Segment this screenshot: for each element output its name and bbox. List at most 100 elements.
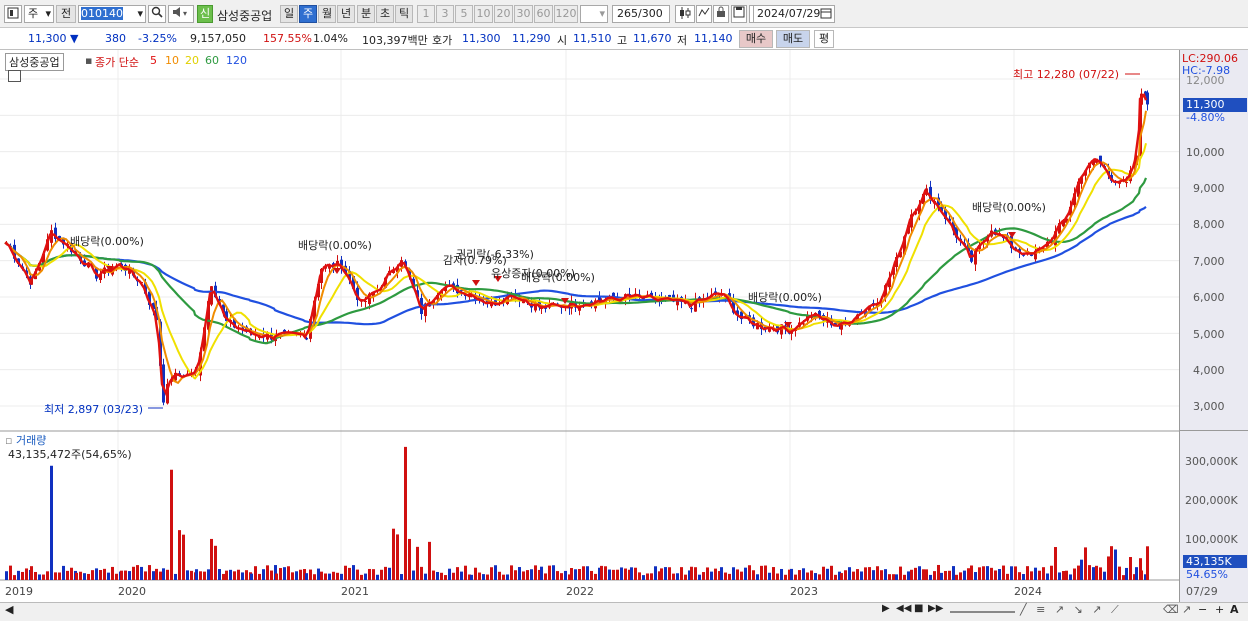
volume-bar — [776, 573, 779, 580]
sell-button[interactable]: 매도 — [776, 30, 810, 48]
volume-bar — [356, 569, 359, 580]
volume-bar — [526, 570, 529, 580]
drawing-tools[interactable]: ╱ ≡ ↗ ↘ ↗ ⟋ — [1020, 603, 1122, 617]
tab-month[interactable]: 월 — [318, 5, 336, 23]
stop-icon[interactable]: ■ — [914, 603, 923, 614]
volume-bar — [79, 571, 82, 580]
volume-bar — [830, 565, 833, 580]
volume-bar — [34, 571, 37, 580]
volume-bar — [925, 569, 928, 580]
ma-20-label: 20 — [185, 54, 199, 67]
volume-bar — [872, 570, 875, 580]
volume-bar — [1084, 547, 1087, 580]
price-axis[interactable]: LC:290.06 HC:-7.98 12,000 11,300 -4.80% … — [1179, 50, 1248, 621]
low-annotation: 최저 2,897 (03/23) — [44, 403, 144, 416]
volume-bar — [111, 566, 114, 580]
grid-icon[interactable] — [8, 70, 21, 82]
minute-option-5[interactable]: 5 — [455, 5, 473, 23]
volume-bar — [564, 570, 567, 580]
font-size-icon[interactable]: A — [1230, 603, 1239, 616]
tab-minute[interactable]: 분 — [357, 5, 375, 23]
chevron-down-icon: ▾ — [599, 7, 605, 20]
volume-bar — [608, 569, 611, 580]
scroll-end-icon[interactable]: ▶▶ — [928, 603, 943, 614]
price-chart[interactable] — [0, 50, 1179, 621]
date-input[interactable]: 2024/07/29 — [753, 5, 835, 23]
tab-second[interactable]: 초 — [376, 5, 394, 23]
volume-bar — [664, 567, 667, 580]
volume-bar — [638, 572, 641, 580]
volume-bar — [1030, 571, 1033, 580]
search-icon[interactable] — [148, 5, 166, 23]
tab-year[interactable]: 년 — [337, 5, 355, 23]
chart-icon[interactable] — [4, 5, 22, 23]
volume-bar — [634, 567, 637, 580]
tab-day[interactable]: 일 — [280, 5, 298, 23]
volume-value: 43,135,472주(54,65%) — [8, 448, 132, 461]
prev-button[interactable]: 전 — [56, 5, 76, 23]
volume-bar — [364, 573, 367, 580]
speaker-icon[interactable]: ▾ — [168, 5, 194, 23]
volume-bar — [428, 541, 431, 580]
volume-bar — [540, 566, 543, 580]
minute-option-60[interactable]: 60 — [534, 5, 553, 23]
volume-bar — [75, 572, 78, 580]
eval-button[interactable]: 평 — [814, 30, 834, 48]
volume-bar — [225, 570, 228, 580]
volume-bar — [132, 566, 135, 580]
zoom-slider[interactable] — [950, 611, 1015, 613]
pattern-icon[interactable] — [696, 5, 712, 23]
volume-bar — [58, 572, 61, 580]
volume-bar — [155, 568, 158, 580]
volume-bar — [574, 569, 577, 580]
scroll-right-icon[interactable]: ▶ — [882, 603, 890, 614]
high-label: 고 — [617, 34, 628, 47]
volume-bar — [1129, 557, 1132, 580]
volume-bar — [309, 569, 312, 580]
minute-option-120[interactable]: 120 — [554, 5, 578, 23]
scroll-left-icon[interactable]: ◀ — [5, 603, 13, 616]
volume-bar — [424, 573, 427, 580]
candle-icon[interactable] — [675, 5, 695, 23]
volume-bar — [372, 569, 375, 580]
event-label: 배당락(0.00%) — [70, 235, 144, 248]
volume-bar — [404, 446, 407, 580]
volume-bar — [1114, 549, 1117, 580]
calendar-icon[interactable] — [820, 7, 832, 24]
count-input[interactable]: 265/300 — [612, 5, 670, 23]
volume-bar — [486, 574, 489, 580]
price-tick: 10,000 — [1186, 146, 1225, 159]
volume-bar — [42, 574, 45, 580]
shrink-icon[interactable]: ↗ — [1182, 603, 1191, 616]
minute-option-30[interactable]: 30 — [514, 5, 533, 23]
minute-option-3[interactable]: 3 — [436, 5, 454, 23]
zoom-in-icon[interactable]: + — [1215, 603, 1224, 616]
volume-bar — [124, 570, 127, 580]
code-input[interactable]: 010140 ▾ — [78, 5, 146, 23]
tab-week[interactable]: 주 — [299, 5, 317, 23]
minute-option-20[interactable]: 20 — [494, 5, 513, 23]
lock-icon[interactable] — [713, 5, 729, 23]
volume-bar — [784, 574, 787, 580]
minute-option-10[interactable]: 10 — [474, 5, 493, 23]
tab-tick[interactable]: 틱 — [395, 5, 413, 23]
scroll-start-icon[interactable]: ◀◀ — [896, 603, 911, 614]
volume-ratio: 157.55% — [263, 32, 312, 45]
volume-bar — [552, 565, 555, 580]
eraser-icon[interactable]: ⌫ — [1163, 603, 1179, 616]
minute-custom-select[interactable]: ▾ — [580, 5, 608, 23]
volume-bar — [396, 534, 399, 580]
volume-tick: 300,000K — [1185, 455, 1238, 468]
period-select[interactable]: 주 ▾ — [24, 5, 54, 23]
save-icon[interactable] — [731, 5, 747, 23]
volume-bar — [963, 570, 966, 580]
volume-bar — [136, 565, 139, 580]
zoom-out-icon[interactable]: − — [1198, 603, 1207, 616]
volume-bar — [616, 569, 619, 580]
volume-bar — [388, 567, 391, 580]
volume-bar — [1046, 573, 1049, 580]
price-tick: 5,000 — [1193, 328, 1225, 341]
volume-bar — [17, 570, 20, 580]
minute-option-1[interactable]: 1 — [417, 5, 435, 23]
buy-button[interactable]: 매수 — [739, 30, 773, 48]
